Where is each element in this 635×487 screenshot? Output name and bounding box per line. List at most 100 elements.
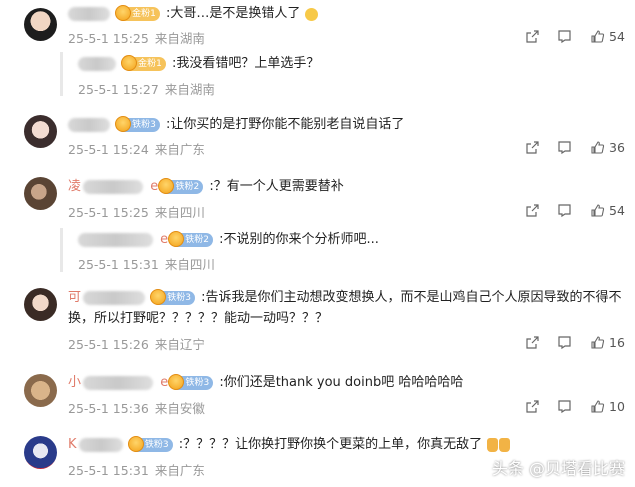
comment-meta: 25-5-1 15:26 来自辽宁: [68, 334, 205, 353]
username-blurred[interactable]: [68, 7, 110, 21]
username-initial[interactable]: 凌: [68, 179, 81, 194]
comment-date: 25-5-1 15:25: [68, 205, 149, 220]
reply-location: 来自湖南: [164, 82, 215, 97]
share-button[interactable]: [525, 140, 540, 155]
username-suffix[interactable]: e: [160, 375, 168, 390]
username-blurred[interactable]: [78, 438, 123, 452]
reply-date: 25-5-1 15:31: [78, 257, 159, 272]
share-icon: [526, 336, 539, 349]
username-initial[interactable]: 小: [68, 375, 81, 390]
reply-divider: [60, 52, 63, 96]
reply-button[interactable]: [557, 29, 572, 44]
comment-date: 25-5-1 15:31: [68, 463, 149, 478]
surprised-emoji-icon: [304, 7, 318, 21]
avatar[interactable]: [24, 374, 57, 407]
reply-button[interactable]: [557, 203, 572, 218]
like-count: 54: [609, 203, 625, 218]
username-blurred[interactable]: [83, 180, 144, 194]
share-button[interactable]: [525, 399, 540, 414]
fan-badge: 金粉1: [121, 55, 166, 71]
fan-badge-icon: [115, 5, 132, 21]
fan-badge-icon: [168, 231, 185, 247]
comment-text: :大哥…是不是换错人了: [166, 6, 301, 21]
comment-date: 25-5-1 15:25: [68, 31, 149, 46]
comment-text: :告诉我是你们主动想改变想换人，而不是山鸡自己个人原因导致的不得不: [201, 290, 622, 305]
like-button[interactable]: 54: [590, 203, 625, 218]
fan-badge: 铁粉3: [127, 436, 173, 452]
fan-badge: 铁粉2: [158, 178, 204, 194]
username-blurred[interactable]: [83, 291, 146, 305]
share-icon: [526, 30, 539, 43]
comment-location: 来自广东: [154, 463, 205, 478]
reply-meta: 25-5-1 15:27 来自湖南: [78, 79, 215, 98]
like-count: 36: [609, 140, 625, 155]
comment-text: :？有一个人更需要替补: [209, 179, 344, 194]
username-blurred[interactable]: [78, 233, 153, 247]
comment-meta: 25-5-1 15:36 来自安徽: [68, 398, 205, 417]
share-icon: [526, 141, 539, 154]
comment-icon: [558, 141, 571, 155]
reply-location: 来自四川: [164, 257, 215, 272]
thumbs-up-icon: [591, 141, 605, 154]
share-button[interactable]: [525, 335, 540, 350]
fan-badge-icon: [158, 178, 175, 194]
fan-badge-icon: [127, 436, 144, 452]
share-button[interactable]: [525, 203, 540, 218]
comment-location: 来自安徽: [154, 401, 205, 416]
thumbs-up-icon: [591, 400, 605, 413]
comment-icon: [558, 336, 571, 350]
avatar[interactable]: [24, 115, 57, 148]
fan-badge-icon: [115, 116, 132, 132]
comment-meta: 25-5-1 15:24 来自广东: [68, 139, 205, 158]
like-count: 54: [609, 29, 625, 44]
avatar[interactable]: [24, 288, 57, 321]
comment-icon: [558, 30, 571, 44]
thumbs-up-emoji-icon: [499, 438, 511, 452]
comment-icon: [558, 204, 571, 218]
thumbs-up-icon: [591, 204, 605, 217]
fan-badge: 金粉1: [115, 5, 160, 21]
reply-button[interactable]: [557, 335, 572, 350]
thumbs-up-emoji-icon: [487, 438, 499, 452]
username-initial[interactable]: 可: [68, 290, 81, 305]
fan-badge-icon: [150, 289, 167, 305]
like-button[interactable]: 36: [590, 140, 625, 155]
username-suffix[interactable]: e: [160, 232, 168, 247]
comment-text-continued: 换，所以打野呢？？？？？能动一动吗？？？: [68, 311, 329, 326]
reply-date: 25-5-1 15:27: [78, 82, 159, 97]
fan-badge: 铁粉3: [115, 116, 160, 132]
like-button[interactable]: 16: [590, 335, 625, 350]
reply-button[interactable]: [557, 399, 572, 414]
like-count: 10: [609, 399, 625, 414]
like-count: 16: [609, 335, 625, 350]
comment-location: 来自广东: [154, 142, 205, 157]
reply-text: :不说别的你来个分析师吧...: [219, 232, 379, 247]
comment-location: 来自辽宁: [154, 337, 205, 352]
thumbs-up-icon: [591, 336, 605, 349]
watermark: 头条 @贝塔看比赛: [491, 459, 625, 478]
comment-meta: 25-5-1 15:25 来自四川: [68, 202, 205, 221]
share-icon: [526, 400, 539, 413]
comment-date: 25-5-1 15:26: [68, 337, 149, 352]
comment-date: 25-5-1 15:36: [68, 401, 149, 416]
username-blurred[interactable]: [83, 376, 154, 390]
fan-badge-icon: [168, 374, 185, 390]
share-icon: [526, 204, 539, 217]
username-blurred[interactable]: [78, 57, 116, 71]
comment-date: 25-5-1 15:24: [68, 142, 149, 157]
share-button[interactable]: [525, 29, 540, 44]
username-initial[interactable]: K: [68, 437, 77, 452]
username-suffix[interactable]: e: [150, 179, 158, 194]
comment-location: 来自湖南: [154, 31, 205, 46]
avatar[interactable]: [24, 8, 57, 41]
avatar[interactable]: [24, 177, 57, 210]
like-button[interactable]: 54: [590, 29, 625, 44]
like-button[interactable]: 10: [590, 399, 625, 414]
comment-text: :？？？？让你换打野你换个更菜的上单，你真无敌了: [178, 437, 483, 452]
fan-badge: 铁粉3: [150, 289, 196, 305]
comment-meta: 25-5-1 15:31 来自广东: [68, 460, 205, 479]
avatar[interactable]: [24, 436, 57, 469]
comment-location: 来自四川: [154, 205, 205, 220]
reply-button[interactable]: [557, 140, 572, 155]
username-blurred[interactable]: [68, 118, 110, 132]
